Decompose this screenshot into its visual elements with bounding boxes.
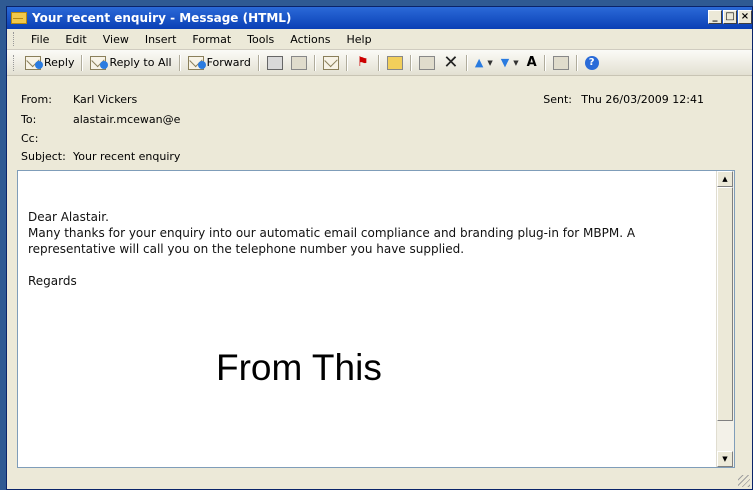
maximize-button[interactable]: □ — [723, 10, 737, 24]
standard-toolbar: Reply Reply to All Forward ⚑ ✕ ▲ ▼ ▼ ▼ A ? — [7, 50, 752, 76]
subject-row: Subject: Your recent enquiry — [21, 150, 180, 163]
subject-label: Subject: — [21, 150, 66, 163]
signoff: Regards — [28, 274, 77, 288]
toolbar-separator — [178, 54, 181, 71]
menu-file[interactable]: File — [23, 33, 57, 46]
move-button[interactable] — [319, 55, 343, 70]
menu-help[interactable]: Help — [338, 33, 379, 46]
print-icon — [266, 55, 283, 70]
delete-icon: ✕ — [443, 51, 459, 73]
menu-actions[interactable]: Actions — [282, 33, 338, 46]
previous-icon: ▲ — [474, 55, 484, 69]
translate-icon — [552, 55, 569, 70]
help-button[interactable]: ? — [581, 55, 603, 70]
toolbar-separator — [465, 54, 468, 71]
translate-button[interactable] — [549, 55, 573, 70]
overlay-caption: From This — [216, 347, 382, 388]
toolbar-separator — [543, 54, 546, 71]
toolbar-grip[interactable] — [13, 54, 17, 71]
toolbar-separator — [409, 54, 412, 71]
subject-value: Your recent enquiry — [73, 150, 181, 163]
reply-label: Reply — [44, 56, 75, 69]
copy-button[interactable] — [287, 55, 311, 70]
window-title: Your recent enquiry - Message (HTML) — [32, 11, 292, 25]
to-value[interactable]: alastair.mcewan@e — [73, 113, 180, 126]
font-size-icon: A — [526, 55, 537, 70]
cc-label: Cc: — [21, 132, 39, 145]
toolbar-separator — [377, 54, 380, 71]
menu-view[interactable]: View — [95, 33, 137, 46]
move-icon — [322, 55, 339, 70]
sent-label: Sent: — [543, 93, 572, 106]
next-item-button[interactable]: ▼ ▼ — [497, 56, 523, 70]
toolbar-separator — [313, 54, 316, 71]
scroll-down-button[interactable]: ▼ — [717, 451, 733, 467]
envelope-icon — [11, 12, 27, 24]
reply-all-icon — [90, 55, 109, 70]
forward-label: Forward — [206, 56, 251, 69]
menu-insert[interactable]: Insert — [137, 33, 185, 46]
address-book-icon — [418, 55, 435, 70]
to-row: To: alastair.mcewan@e — [21, 113, 180, 126]
print-button[interactable] — [263, 55, 287, 70]
menu-format[interactable]: Format — [184, 33, 239, 46]
help-icon: ? — [584, 55, 599, 70]
reply-all-button[interactable]: Reply to All — [86, 55, 175, 70]
menu-tools[interactable]: Tools — [239, 33, 282, 46]
sent-row: Sent: Thu 26/03/2009 12:41 — [543, 93, 704, 106]
body-text: Dear Alastair. Many thanks for your enqu… — [28, 209, 710, 289]
next-icon: ▼ — [500, 55, 510, 69]
from-value[interactable]: Karl Vickers — [73, 93, 137, 106]
forward-icon — [187, 55, 206, 70]
message-header: From: Karl Vickers Sent: Thu 26/03/2009 … — [7, 77, 752, 169]
sent-value: Thu 26/03/2009 12:41 — [581, 93, 704, 106]
open-folder-icon — [386, 55, 403, 70]
scroll-up-button[interactable]: ▲ — [717, 171, 733, 187]
flag-button[interactable]: ⚑ — [351, 54, 375, 70]
reply-all-label: Reply to All — [109, 56, 172, 69]
from-row: From: Karl Vickers — [21, 93, 137, 106]
greeting: Dear Alastair. — [28, 210, 109, 224]
open-folder-button[interactable] — [383, 55, 407, 70]
status-bar — [7, 469, 752, 489]
delete-button[interactable]: ✕ — [439, 51, 463, 73]
minimize-button[interactable]: _ — [708, 10, 722, 24]
forward-button[interactable]: Forward — [184, 55, 255, 70]
toolbar-separator — [257, 54, 260, 71]
flag-icon: ⚑ — [357, 54, 369, 70]
reply-button[interactable]: Reply — [21, 55, 78, 70]
menu-edit[interactable]: Edit — [57, 33, 94, 46]
to-label: To: — [21, 113, 37, 126]
previous-item-button[interactable]: ▲ ▼ — [471, 56, 497, 70]
cc-row: Cc: — [21, 132, 73, 145]
toolbar-separator — [575, 54, 578, 71]
resize-grip[interactable] — [738, 475, 750, 487]
font-size-button[interactable]: A — [523, 55, 541, 70]
vertical-scrollbar[interactable]: ▲ ▼ — [716, 171, 734, 467]
window-controls: _ □ × — [708, 10, 752, 24]
toolbar-separator — [345, 54, 348, 71]
close-button[interactable]: × — [738, 10, 752, 24]
chevron-down-icon: ▼ — [487, 58, 493, 67]
copy-icon — [290, 55, 307, 70]
message-body[interactable]: Dear Alastair. Many thanks for your enqu… — [17, 170, 735, 468]
menu-bar: File Edit View Insert Format Tools Actio… — [7, 29, 752, 50]
menu-grip[interactable] — [13, 32, 17, 46]
chevron-down-icon: ▼ — [513, 58, 519, 67]
toolbar-separator — [81, 54, 84, 71]
title-bar: Your recent enquiry - Message (HTML) _ □… — [7, 7, 752, 29]
address-book-button[interactable] — [415, 55, 439, 70]
body-paragraph: Many thanks for your enquiry into our au… — [28, 226, 636, 256]
reply-icon — [25, 55, 43, 70]
message-window: Your recent enquiry - Message (HTML) _ □… — [6, 6, 753, 490]
scroll-thumb[interactable] — [717, 187, 733, 421]
from-label: From: — [21, 93, 52, 106]
